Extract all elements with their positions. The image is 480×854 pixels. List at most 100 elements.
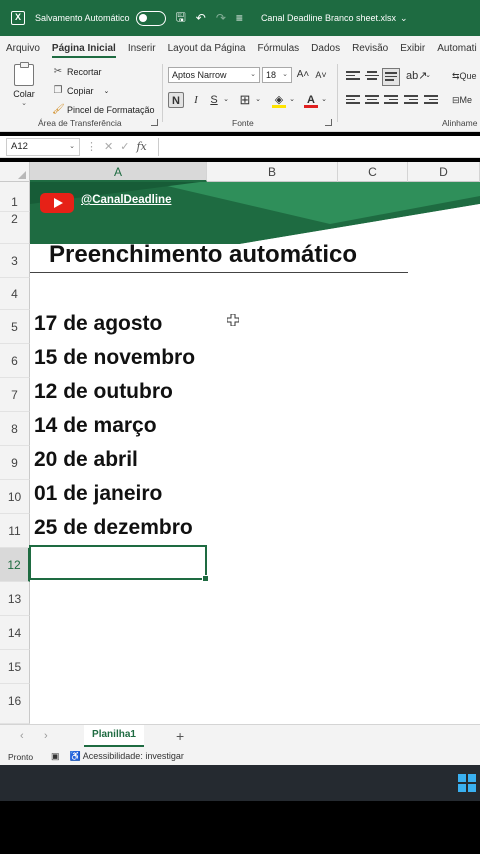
tab-pagina-inicial[interactable]: Página Inicial	[51, 43, 116, 58]
wrap-text-button[interactable]: ⇆Que	[452, 68, 480, 84]
chevron-down-icon[interactable]: ⌄	[254, 92, 262, 108]
font-size-value: 18	[266, 70, 277, 80]
date-cell[interactable]: 17 de agosto	[34, 312, 162, 336]
sheet-tab-planilha1[interactable]: Planilha1	[84, 725, 144, 747]
decrease-indent-icon[interactable]	[404, 95, 418, 107]
align-bottom-icon[interactable]	[382, 68, 400, 86]
copy-button[interactable]: ❐ Copiar ⌄	[52, 85, 110, 96]
date-cell[interactable]: 15 de novembro	[34, 346, 195, 370]
cut-button[interactable]: ✂ Recortar	[52, 66, 102, 77]
row-header-16[interactable]: 16	[0, 684, 30, 724]
row-header-11[interactable]: 11	[0, 514, 30, 548]
column-header-b[interactable]: B	[207, 162, 338, 182]
column-header-d[interactable]: D	[408, 162, 480, 182]
insert-function-button[interactable]: fx	[136, 140, 146, 153]
chevron-down-icon: ⌄	[103, 87, 110, 95]
row-header-2[interactable]: 2	[0, 212, 30, 244]
cell-reference: A12	[11, 140, 28, 152]
row-header-5[interactable]: 5	[0, 310, 30, 344]
row-header-7[interactable]: 7	[0, 378, 30, 412]
tab-exibir[interactable]: Exibir	[400, 43, 425, 58]
align-left-icon[interactable]	[346, 95, 360, 107]
row-header-15[interactable]: 15	[0, 650, 30, 684]
column-header-a[interactable]: A	[30, 162, 207, 182]
orientation-icon[interactable]: ab↗	[406, 68, 427, 84]
chevron-down-icon[interactable]: ⌄	[222, 92, 230, 108]
bold-button[interactable]: N	[168, 92, 184, 108]
select-all-button[interactable]	[0, 162, 30, 182]
borders-icon[interactable]: ⊞	[238, 92, 252, 108]
row-header-12[interactable]: 12	[0, 548, 30, 582]
macro-record-icon[interactable]: ▣	[51, 751, 60, 762]
tab-formulas[interactable]: Fórmulas	[257, 43, 299, 58]
align-center-icon[interactable]	[365, 95, 379, 107]
paste-button[interactable]: Colar ⌄	[6, 62, 42, 107]
tab-inserir[interactable]: Inserir	[128, 43, 156, 58]
underline-button[interactable]: S	[208, 92, 220, 108]
clipboard-group-label: Área de Transferência	[38, 118, 122, 128]
column-header-c[interactable]: C	[338, 162, 408, 182]
divider	[162, 64, 163, 122]
row-header-9[interactable]: 9	[0, 446, 30, 480]
chevron-down-icon[interactable]: ⌄	[400, 13, 408, 24]
selected-cell-a12[interactable]	[29, 545, 209, 582]
brush-icon: 🖌	[52, 104, 65, 115]
dialog-launcher-icon[interactable]	[151, 119, 158, 126]
shrink-font-button[interactable]: A˅	[314, 67, 328, 83]
grow-font-button[interactable]: A˄	[296, 67, 310, 83]
column-headers: A B C D	[0, 162, 480, 182]
cancel-icon[interactable]: ✕	[104, 140, 113, 153]
align-top-icon[interactable]	[346, 71, 360, 83]
merge-center-label: Me	[459, 95, 473, 105]
autosave-toggle[interactable]	[135, 10, 166, 26]
customize-toolbar-icon[interactable]: ≡	[236, 11, 243, 25]
formula-bar: A12 ⌄ ⋮ ✕ ✓ fx	[0, 136, 480, 158]
excel-icon: X	[11, 11, 25, 25]
font-color-icon[interactable]: A	[304, 92, 318, 108]
chevron-down-icon[interactable]: ⌄	[424, 68, 432, 84]
file-name[interactable]: Canal Deadline Branco sheet.xlsx	[261, 13, 396, 23]
chevron-down-icon[interactable]: ⌄	[320, 92, 328, 108]
save-icon[interactable]: 🖫	[176, 8, 186, 29]
add-sheet-button[interactable]: +	[176, 728, 184, 744]
italic-button[interactable]: I	[190, 92, 202, 108]
tab-dados[interactable]: Dados	[311, 43, 340, 58]
undo-icon[interactable]: ↶	[196, 11, 206, 25]
chevron-right-icon[interactable]: ›	[44, 730, 48, 742]
name-box[interactable]: A12 ⌄	[6, 137, 80, 156]
chevron-down-icon[interactable]: ⌄	[288, 92, 296, 108]
align-middle-icon[interactable]	[365, 71, 379, 83]
row-header-6[interactable]: 6	[0, 344, 30, 378]
windows-start-icon[interactable]	[458, 774, 476, 792]
tab-arquivo[interactable]: Arquivo	[6, 43, 40, 58]
accessibility-status[interactable]: ♿ Acessibilidade: investigar	[70, 751, 184, 762]
increase-indent-icon[interactable]	[424, 95, 438, 107]
dialog-launcher-icon[interactable]	[325, 119, 332, 126]
tab-automatizar[interactable]: Automati	[437, 43, 476, 58]
date-cell[interactable]: 14 de março	[34, 414, 157, 438]
row-header-4[interactable]: 4	[0, 278, 30, 310]
formula-input[interactable]	[157, 137, 480, 156]
sheet-title[interactable]: Preenchimento automático	[49, 241, 357, 269]
align-right-icon[interactable]	[384, 95, 398, 107]
date-cell[interactable]: 12 de outubro	[34, 380, 173, 404]
date-cell[interactable]: 01 de janeiro	[34, 482, 162, 506]
tab-revisao[interactable]: Revisão	[352, 43, 388, 58]
confirm-icon[interactable]: ✓	[120, 140, 129, 153]
chevron-left-icon[interactable]: ‹	[20, 730, 24, 742]
row-header-13[interactable]: 13	[0, 582, 30, 616]
date-cell[interactable]: 25 de dezembro	[34, 516, 193, 540]
font-size-select[interactable]: 18 ⌄	[262, 67, 292, 83]
row-header-14[interactable]: 14	[0, 616, 30, 650]
tab-layout-da-pagina[interactable]: Layout da Página	[168, 43, 246, 58]
fill-color-icon[interactable]: ◈	[272, 92, 286, 108]
redo-icon[interactable]: ↷	[216, 11, 226, 25]
row-header-1[interactable]: 1	[0, 182, 30, 212]
row-header-3[interactable]: 3	[0, 244, 30, 278]
date-cell[interactable]: 20 de abril	[34, 448, 138, 472]
format-painter-button[interactable]: 🖌 Pincel de Formatação	[52, 104, 155, 115]
font-family-select[interactable]: Aptos Narrow ⌄	[168, 67, 260, 83]
row-header-10[interactable]: 10	[0, 480, 30, 514]
merge-center-button[interactable]: ⊟Me	[452, 92, 480, 108]
row-header-8[interactable]: 8	[0, 412, 30, 446]
